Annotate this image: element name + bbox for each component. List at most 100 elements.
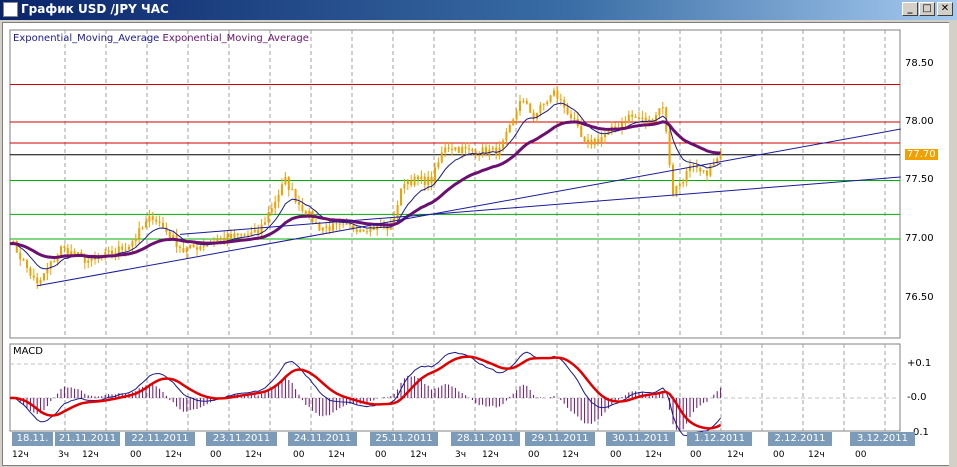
candle-body xyxy=(321,227,324,231)
candle-body xyxy=(26,260,28,268)
candle-body xyxy=(549,95,552,102)
date-label: 24.11.2011 xyxy=(288,432,357,446)
candle-body xyxy=(287,176,290,190)
hour-label: 12ч xyxy=(645,450,662,460)
date-label: 28.11.2011 xyxy=(451,432,520,446)
macd-line xyxy=(9,351,721,437)
date-label: 25.11.2011 xyxy=(370,432,438,446)
hour-label: 12ч xyxy=(12,450,29,460)
candle-body xyxy=(689,165,691,171)
candle-body xyxy=(634,116,637,118)
candle-body xyxy=(240,234,243,236)
candle-body xyxy=(627,114,630,123)
candle-body xyxy=(19,252,22,260)
macd-signal-line xyxy=(9,355,722,430)
date-label: 30.11.2011 xyxy=(606,432,675,446)
candle-body xyxy=(440,152,443,163)
candle-body xyxy=(131,241,134,247)
candle-body xyxy=(546,101,549,104)
candle-body xyxy=(145,221,147,228)
macd-tick: +0.1 xyxy=(907,358,932,369)
macd-tick: -0.0 xyxy=(907,392,927,403)
candle-body xyxy=(600,137,603,143)
candle-body xyxy=(43,273,45,281)
hour-label: 00 xyxy=(855,450,867,460)
candle-body xyxy=(468,148,470,150)
candle-body xyxy=(114,252,117,255)
date-label: 23.11.2011 xyxy=(206,432,277,446)
price-chart[interactable] xyxy=(0,0,957,467)
hour-label: 3ч xyxy=(455,450,467,460)
candle-body xyxy=(151,216,154,220)
candle-body xyxy=(111,250,113,255)
candle-body xyxy=(366,231,368,233)
candle-body xyxy=(668,131,671,165)
candle-body xyxy=(434,167,436,184)
candle-body xyxy=(478,154,481,156)
candle-body xyxy=(519,100,521,112)
candle-body xyxy=(638,117,640,120)
candle-body xyxy=(192,244,195,248)
macd-tick: 0.1 xyxy=(913,427,929,438)
candle-body xyxy=(270,208,273,213)
candle-body xyxy=(678,183,681,187)
candle-body xyxy=(53,261,56,263)
candle-body xyxy=(457,147,460,153)
candle-body xyxy=(512,119,515,126)
candle-body xyxy=(29,267,32,276)
candle-body xyxy=(471,149,474,152)
candle-body xyxy=(94,258,96,260)
candle-body xyxy=(553,90,555,96)
candle-body xyxy=(325,226,328,228)
candle-body xyxy=(298,202,300,205)
candle-body xyxy=(417,176,419,180)
hour-label: 00 xyxy=(528,450,540,460)
candle-body xyxy=(573,117,576,119)
candle-body xyxy=(413,176,416,186)
candle-body xyxy=(593,139,596,145)
candle-body xyxy=(597,139,600,143)
candle-body xyxy=(661,107,664,109)
candle-body xyxy=(250,232,253,235)
candle-body xyxy=(406,180,409,185)
candle-body xyxy=(253,229,256,233)
hour-label: 3ч xyxy=(58,450,70,460)
hour-label: 00 xyxy=(375,450,387,460)
candle-body xyxy=(437,162,440,168)
hour-label: 12ч xyxy=(82,450,99,460)
candle-body xyxy=(179,247,181,249)
hour-label: 12ч xyxy=(562,450,579,460)
candle-body xyxy=(277,194,280,202)
candle-body xyxy=(400,188,402,206)
candle-body xyxy=(420,176,423,180)
candle-body xyxy=(631,114,634,117)
candle-body xyxy=(168,231,171,238)
candle-body xyxy=(624,122,627,124)
candle-body xyxy=(281,184,283,195)
candle-body xyxy=(505,132,508,141)
candle-body xyxy=(90,258,93,261)
candle-body xyxy=(219,237,222,240)
date-label: 29.11.2011 xyxy=(525,432,595,446)
candle-body xyxy=(508,125,511,133)
candle-body xyxy=(332,223,334,231)
candle-body xyxy=(158,221,161,223)
candle-body xyxy=(63,246,66,249)
ema-slow-label: Exponential_Moving_Average xyxy=(162,33,309,44)
indicator-legend: Exponential_Moving_Average Exponential_M… xyxy=(13,33,309,44)
candle-body xyxy=(355,229,358,232)
candle-body xyxy=(658,108,661,116)
hour-label: 00 xyxy=(773,450,785,460)
candle-body xyxy=(87,260,90,263)
price-tick: 77.50 xyxy=(905,174,934,185)
candle-body xyxy=(155,219,158,222)
macd-panel-frame xyxy=(9,343,901,432)
candle-body xyxy=(342,223,345,225)
hour-label: 12ч xyxy=(727,450,744,460)
candle-body xyxy=(233,233,236,238)
candle-body xyxy=(328,226,331,231)
candle-body xyxy=(427,176,430,185)
candle-body xyxy=(556,90,559,99)
candle-body xyxy=(590,139,593,145)
candle-body xyxy=(542,103,545,105)
